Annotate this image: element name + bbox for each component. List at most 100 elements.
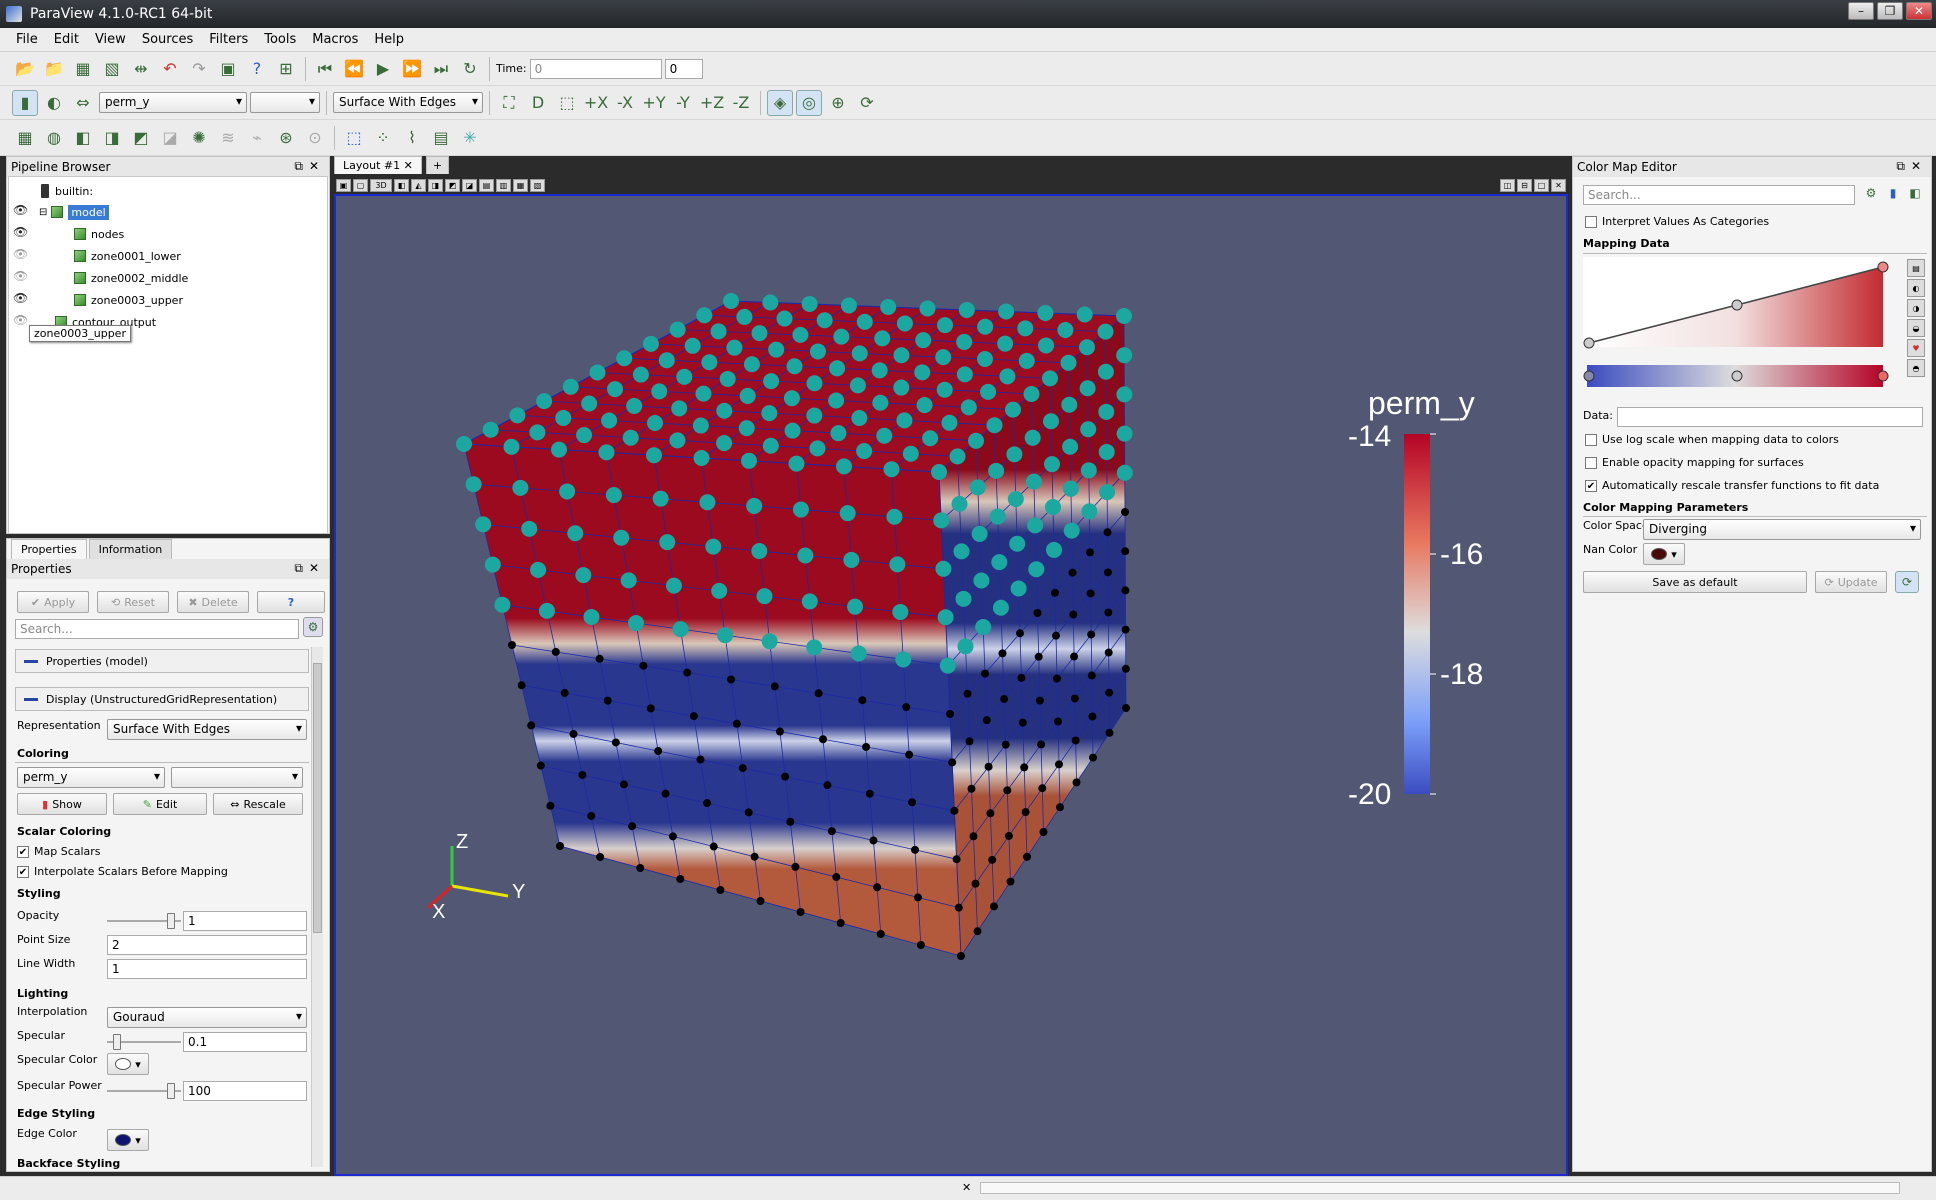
previous-frame-icon[interactable]: ⏪ bbox=[341, 56, 367, 82]
view-plus-y-icon[interactable]: +Y bbox=[641, 90, 667, 116]
opacity-mapping-checkbox[interactable]: Enable opacity mapping for surfaces bbox=[1585, 456, 1804, 469]
select-points-icon[interactable]: ⁘ bbox=[370, 125, 396, 151]
view-minus-z-icon[interactable]: -Z bbox=[728, 90, 754, 116]
menu-help[interactable]: Help bbox=[368, 30, 410, 49]
camera-undo-icon[interactable]: ▣ bbox=[215, 56, 241, 82]
interpolation-dropdown[interactable]: Gouraud bbox=[107, 1007, 307, 1028]
array-selector[interactable]: perm_y bbox=[99, 92, 247, 113]
eye-icon[interactable]: 👁 bbox=[13, 291, 28, 305]
show-legend-button[interactable]: ▮ Show bbox=[17, 793, 107, 815]
representation-dropdown[interactable]: Surface With Edges bbox=[107, 719, 307, 740]
extract-subset-icon[interactable]: ◪ bbox=[157, 125, 183, 151]
view-minus-x-icon[interactable]: -X bbox=[612, 90, 638, 116]
opacity-slider[interactable] bbox=[107, 913, 181, 929]
auto-update-icon[interactable]: ⟳ bbox=[1895, 571, 1919, 593]
pick-center-of-rotation-icon[interactable]: ⊕ bbox=[825, 90, 851, 116]
close-window-button[interactable]: ✕ bbox=[1906, 2, 1932, 20]
specular-power-input[interactable]: 100 bbox=[183, 1081, 307, 1101]
next-frame-icon[interactable]: ⏩ bbox=[399, 56, 425, 82]
representation-selector[interactable]: Surface With Edges bbox=[333, 92, 483, 113]
toggle-color-legend-icon[interactable]: ▮ bbox=[12, 89, 38, 116]
tree-item-zone0002-middle[interactable]: zone0002_middle bbox=[74, 268, 188, 288]
time-input[interactable]: 0 bbox=[529, 58, 662, 79]
delete-button[interactable]: ✖ Delete bbox=[177, 591, 249, 613]
stream-tracer-icon[interactable]: ≋ bbox=[215, 125, 241, 151]
connect-icon[interactable]: ⇹ bbox=[128, 56, 154, 82]
properties-search-input[interactable]: Search... bbox=[15, 619, 299, 639]
view-tool-7-icon[interactable]: ▥ bbox=[496, 178, 511, 192]
add-layout-button[interactable]: + bbox=[425, 156, 450, 174]
view-tool-1-icon[interactable]: ◧ bbox=[394, 178, 409, 192]
log-scale-checkbox[interactable]: Use log scale when mapping data to color… bbox=[1585, 433, 1839, 446]
auto-rescale-checkbox[interactable]: ✔ Automatically rescale transfer function… bbox=[1585, 479, 1879, 492]
tree-item-builtin[interactable]: builtin: bbox=[41, 181, 93, 201]
tab-properties[interactable]: Properties bbox=[11, 539, 87, 559]
tree-item-zone0001-lower[interactable]: zone0001_lower bbox=[74, 246, 181, 266]
choose-preset-icon[interactable]: ♥ bbox=[1907, 339, 1925, 357]
last-frame-icon[interactable]: ⏭ bbox=[428, 56, 454, 82]
view-tool-9-icon[interactable]: ▧ bbox=[530, 178, 545, 192]
contour-icon[interactable]: ◍ bbox=[41, 125, 67, 151]
status-close-icon[interactable]: ✕ bbox=[962, 1181, 971, 1194]
menu-macros[interactable]: Macros bbox=[306, 30, 364, 49]
menu-filters[interactable]: Filters bbox=[203, 30, 254, 49]
threshold-icon[interactable]: ◩ bbox=[128, 125, 154, 151]
calculator-icon[interactable]: ▦ bbox=[12, 125, 38, 151]
mode-3d-button[interactable]: 3D bbox=[370, 178, 392, 192]
view-tool-6-icon[interactable]: ▤ bbox=[479, 178, 494, 192]
scene-canvas[interactable]: perm_y -14 -16 -18 -20 Z Y X bbox=[336, 196, 1566, 1174]
zoom-box-icon[interactable]: ⬚ bbox=[554, 90, 580, 116]
save-preset-icon[interactable]: ◓ bbox=[1907, 359, 1925, 377]
edge-color-button[interactable]: ▾ bbox=[107, 1129, 149, 1151]
cme-save-icon[interactable]: ◧ bbox=[1905, 183, 1925, 203]
edit-color-map-icon[interactable]: ◐ bbox=[41, 90, 67, 116]
rescale-custom-icon[interactable]: ▤ bbox=[1907, 259, 1925, 277]
component-selector[interactable] bbox=[250, 92, 320, 113]
group-display[interactable]: Display (UnstructuredGridRepresentation) bbox=[15, 687, 309, 711]
rescale-button[interactable]: ⇔ Rescale bbox=[213, 793, 303, 815]
panel-float-close-icon[interactable]: ⧉✕ bbox=[294, 159, 325, 174]
pick-center-icon[interactable]: ⊞ bbox=[273, 56, 299, 82]
cme-settings-icon[interactable]: ⚙ bbox=[1861, 183, 1881, 203]
tree-item-model[interactable]: ⊟ model bbox=[39, 202, 109, 222]
group-properties-model[interactable]: Properties (model) bbox=[15, 649, 309, 673]
time-step-spinbox[interactable]: 0 bbox=[664, 58, 703, 79]
capture-screenshot-icon[interactable]: ▣ bbox=[336, 178, 351, 192]
reset-view-icon[interactable]: ▢ bbox=[353, 178, 368, 192]
color-space-dropdown[interactable]: Diverging bbox=[1643, 519, 1921, 540]
opacity-point[interactable] bbox=[1583, 337, 1595, 349]
line-width-input[interactable]: 1 bbox=[107, 959, 307, 979]
opacity-input[interactable]: 1 bbox=[183, 911, 307, 931]
clear-selection-icon[interactable]: ✳ bbox=[457, 125, 483, 151]
close-view-icon[interactable]: ✕ bbox=[1551, 178, 1566, 192]
glyph-icon[interactable]: ✺ bbox=[186, 125, 212, 151]
color-point[interactable] bbox=[1877, 370, 1889, 382]
group-icon[interactable]: ⊛ bbox=[273, 125, 299, 151]
reset-center-icon[interactable]: ◎ bbox=[796, 89, 822, 116]
reset-camera-icon[interactable]: ⛶ bbox=[496, 90, 522, 116]
eye-icon[interactable]: 👁 bbox=[13, 313, 28, 327]
map-scalars-checkbox[interactable]: ✔ Map Scalars bbox=[17, 845, 101, 858]
menu-tools[interactable]: Tools bbox=[258, 30, 302, 49]
specular-slider[interactable] bbox=[107, 1034, 181, 1050]
apply-button[interactable]: ✔ Apply bbox=[17, 591, 89, 613]
slice-icon[interactable]: ◨ bbox=[99, 125, 125, 151]
loop-icon[interactable]: ↻ bbox=[457, 56, 483, 82]
color-point[interactable] bbox=[1731, 370, 1743, 382]
rotate-90-icon[interactable]: ⟳ bbox=[854, 90, 880, 116]
close-tab-icon[interactable]: ✕ bbox=[404, 159, 413, 172]
tree-item-nodes[interactable]: nodes bbox=[74, 224, 124, 244]
split-horizontal-icon[interactable]: ◫ bbox=[1500, 178, 1515, 192]
view-plus-x-icon[interactable]: +X bbox=[583, 90, 609, 116]
save-state-icon[interactable]: ▧ bbox=[99, 56, 125, 82]
panel-float-close-icon[interactable]: ⧉✕ bbox=[294, 561, 325, 576]
open-icon[interactable]: 📂 bbox=[12, 56, 38, 82]
help-icon[interactable]: ? bbox=[244, 56, 270, 82]
interpolate-scalars-checkbox[interactable]: ✔ Interpolate Scalars Before Mapping bbox=[17, 865, 228, 878]
save-as-default-button[interactable]: Save as default bbox=[1583, 571, 1807, 593]
eye-icon[interactable]: 👁 bbox=[13, 269, 28, 283]
specular-color-button[interactable]: ▾ bbox=[107, 1053, 149, 1075]
rescale-range-icon[interactable]: ⇔ bbox=[70, 90, 96, 116]
opacity-point[interactable] bbox=[1877, 261, 1889, 273]
tab-layout-1[interactable]: Layout #1 ✕ bbox=[334, 156, 422, 174]
